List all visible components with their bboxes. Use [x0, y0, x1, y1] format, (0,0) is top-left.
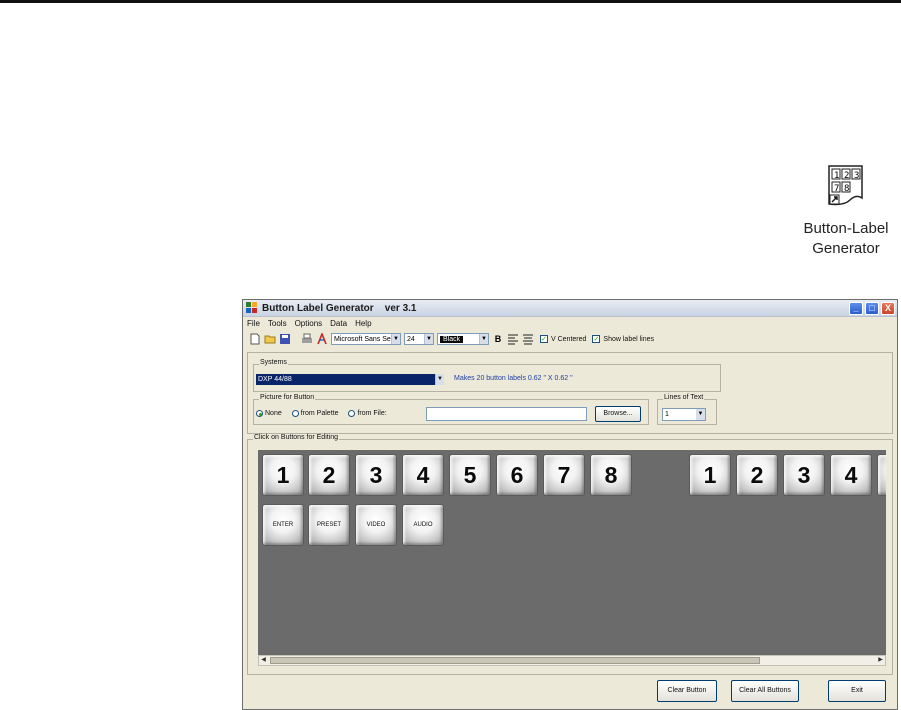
radio-dot	[348, 410, 356, 417]
label-button[interactable]: ENTER	[262, 504, 304, 546]
svg-text:7: 7	[834, 184, 839, 194]
desktop-shortcut[interactable]: 1 2 3 7 8 Button-Label Generator	[795, 164, 897, 259]
lines-of-text-select[interactable]: 1 ▼	[662, 408, 706, 421]
radio-from-file-label: from File:	[357, 410, 387, 417]
radio-from-palette-label: from Palette	[300, 410, 339, 417]
label-button[interactable]: 2	[736, 454, 778, 496]
radio-from-palette[interactable]: from Palette	[291, 410, 339, 417]
print-icon[interactable]	[301, 333, 313, 345]
label-button[interactable]: 8	[590, 454, 632, 496]
v-centered-checkbox[interactable]: ✓ V Centered	[540, 335, 586, 343]
maximize-button[interactable]: □	[865, 301, 879, 315]
close-button[interactable]: X	[881, 301, 895, 315]
chevron-down-icon: ▼	[391, 334, 400, 344]
button-label-generator-icon: 1 2 3 7 8	[828, 165, 863, 206]
font-select[interactable]: Microsoft Sans Serif ▼	[331, 333, 401, 345]
systems-select-value: DXP 44/88	[258, 376, 292, 383]
systems-legend: Systems	[259, 359, 288, 366]
svg-text:1: 1	[834, 171, 839, 181]
label-button[interactable]: 7	[543, 454, 585, 496]
check-icon: ✓	[592, 335, 601, 343]
label-button[interactable]: 3	[355, 454, 397, 496]
radio-dot	[291, 410, 299, 417]
app-icon	[246, 302, 257, 313]
page-top-rule	[0, 0, 901, 3]
exit-button[interactable]: Exit	[828, 680, 886, 702]
bold-button[interactable]: B	[492, 334, 504, 344]
label-button[interactable]: 2	[308, 454, 350, 496]
chevron-down-icon: ▼	[696, 409, 705, 420]
button-canvas: 1 2 3 4 5 6 7 8 1 2 3 4 ENTER PRESET VID…	[258, 450, 886, 655]
buttons-legend: Click on Buttons for Editing	[253, 434, 340, 441]
file-path-input[interactable]	[426, 407, 587, 421]
label-button[interactable]: 3	[783, 454, 825, 496]
svg-text:2: 2	[844, 171, 849, 181]
toolbar: Microsoft Sans Serif ▼ 24 ▼ Black ▼ B ✓ …	[243, 330, 897, 348]
label-button[interactable]: PRESET	[308, 504, 350, 546]
check-icon: ✓	[540, 335, 548, 343]
chevron-down-icon: ▼	[435, 374, 444, 385]
desktop-shortcut-label: Button-Label Generator	[803, 220, 889, 257]
font-size-value: 24	[407, 335, 415, 343]
label-button[interactable]: AUDIO	[402, 504, 444, 546]
label-button[interactable]: 4	[830, 454, 872, 496]
label-button[interactable]: 1	[262, 454, 304, 496]
menu-help[interactable]: Help	[355, 317, 371, 330]
label-button[interactable]: 5	[449, 454, 491, 496]
color-select[interactable]: Black ▼	[437, 333, 489, 345]
label-button[interactable]: 1	[689, 454, 731, 496]
minimize-button[interactable]: _	[849, 301, 863, 315]
label-button[interactable]: 6	[496, 454, 538, 496]
chevron-down-icon: ▼	[479, 334, 488, 344]
menu-bar: File Tools Options Data Help	[243, 317, 897, 330]
radio-from-file[interactable]: from File:	[348, 410, 387, 417]
window-title: Button Label Generator ver 3.1	[262, 302, 417, 314]
scroll-left-icon[interactable]: ◀	[259, 656, 268, 665]
app-window: Button Label Generator ver 3.1 _ □ X Fil…	[242, 299, 898, 710]
clear-button[interactable]: Clear Button	[657, 680, 717, 702]
label-button[interactable]: VIDEO	[355, 504, 397, 546]
radio-none[interactable]: None	[256, 410, 282, 417]
picture-options: None from Palette from File:	[256, 410, 387, 417]
radio-dot	[256, 410, 263, 417]
align-center-icon[interactable]	[522, 333, 534, 345]
picture-legend: Picture for Button	[259, 394, 316, 401]
font-preview-icon[interactable]	[316, 333, 328, 345]
menu-data[interactable]: Data	[330, 317, 347, 330]
label-button-partial[interactable]	[877, 454, 886, 496]
svg-text:8: 8	[844, 184, 849, 194]
scrollbar-thumb[interactable]	[270, 657, 760, 664]
menu-file[interactable]: File	[247, 317, 260, 330]
font-select-value: Microsoft Sans Serif	[334, 335, 397, 343]
clear-all-buttons-button[interactable]: Clear All Buttons	[731, 680, 799, 702]
show-label-lines-label: Show label lines	[603, 335, 655, 343]
menu-tools[interactable]: Tools	[268, 317, 287, 330]
scroll-right-icon[interactable]: ▶	[876, 656, 885, 665]
open-folder-icon[interactable]	[264, 333, 276, 345]
systems-select[interactable]: DXP 44/88 ▼	[256, 374, 444, 385]
horizontal-scrollbar[interactable]: ◀ ▶	[258, 655, 886, 666]
browse-button[interactable]: Browse...	[595, 406, 641, 422]
label-button[interactable]: 4	[402, 454, 444, 496]
v-centered-label: V Centered	[551, 335, 587, 343]
systems-info-text: Makes 20 button labels 0.62 " X 0.62 "	[454, 375, 573, 382]
save-icon[interactable]	[279, 333, 291, 345]
align-left-icon[interactable]	[507, 333, 519, 345]
color-select-value: Black	[440, 335, 464, 343]
chevron-down-icon: ▼	[424, 334, 433, 344]
show-label-lines-checkbox[interactable]: ✓ Show label lines	[592, 335, 654, 343]
font-size-select[interactable]: 24 ▼	[404, 333, 434, 345]
title-bar[interactable]: Button Label Generator ver 3.1 _ □ X	[243, 300, 897, 317]
lines-of-text-legend: Lines of Text	[663, 394, 705, 401]
menu-options[interactable]: Options	[295, 317, 323, 330]
lines-of-text-value: 1	[665, 411, 669, 418]
new-file-icon[interactable]	[249, 333, 261, 345]
svg-text:3: 3	[854, 171, 859, 181]
radio-none-label: None	[265, 410, 282, 417]
